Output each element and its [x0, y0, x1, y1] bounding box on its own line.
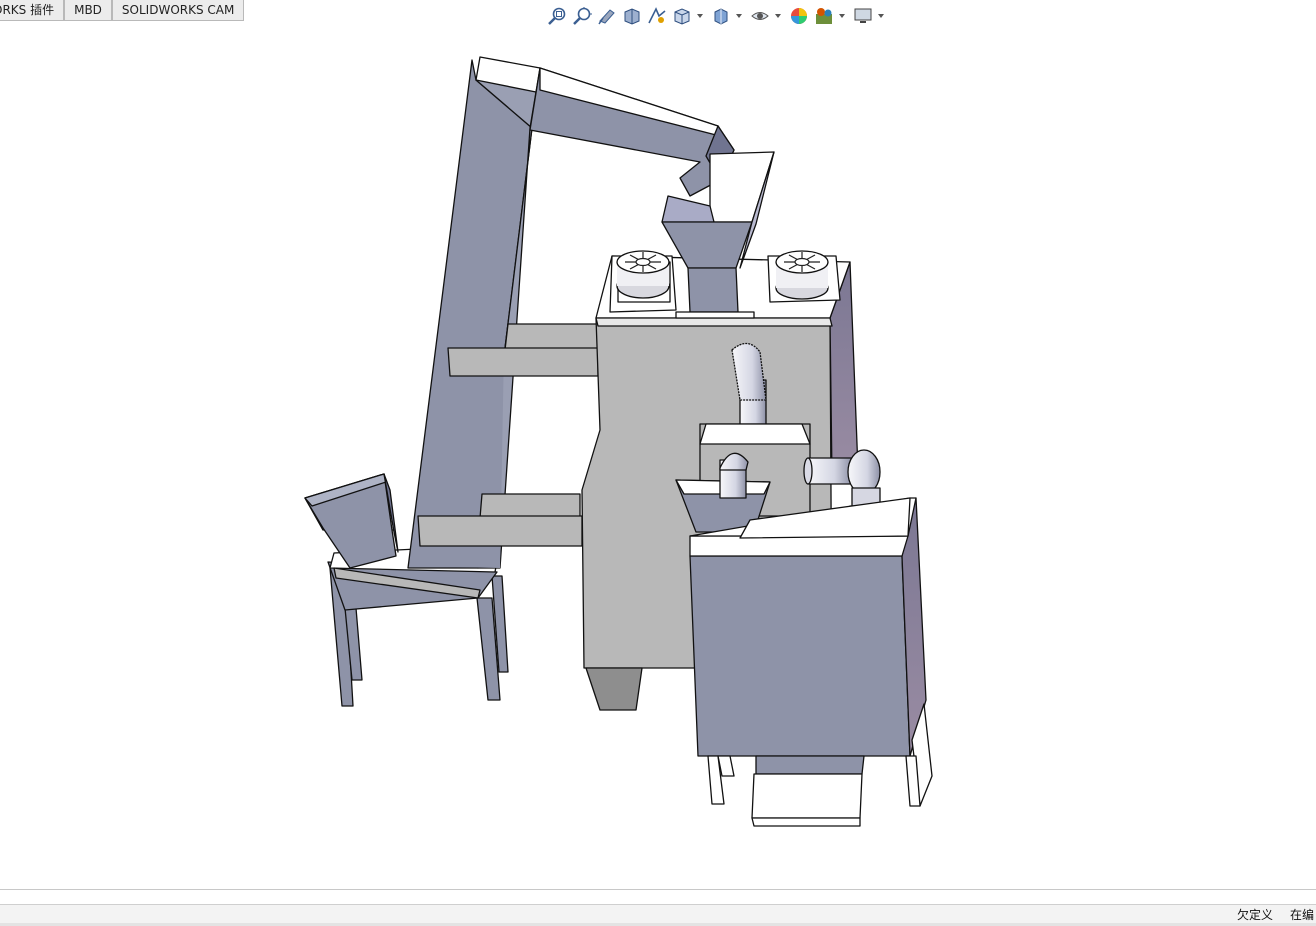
- viewport-bottom-border: [0, 889, 1316, 890]
- cooling-fan-left[interactable]: [609, 250, 677, 313]
- editing-status: 在编: [1290, 908, 1315, 922]
- tab-solidworks-addins[interactable]: ORKS 插件: [0, 0, 65, 21]
- apply-scene-icon[interactable]: [813, 5, 835, 27]
- zoom-to-fit-icon[interactable]: [546, 5, 568, 27]
- view-orientation-icon[interactable]: [671, 5, 693, 27]
- tab-mbd[interactable]: MBD: [64, 0, 112, 21]
- command-manager-tabs: ORKS 插件 MBD SOLIDWORKS CAM: [0, 0, 245, 22]
- fan-grille-right: [784, 252, 820, 272]
- definition-status: 欠定义: [1237, 908, 1274, 922]
- fan-grille-left: [625, 252, 661, 272]
- output-cabinet[interactable]: [689, 497, 927, 757]
- tab-solidworks-cam[interactable]: SOLIDWORKS CAM: [111, 0, 245, 21]
- feed-hopper[interactable]: [304, 473, 399, 569]
- hide-show-dropdown-icon[interactable]: [774, 5, 782, 27]
- edit-appearance-icon[interactable]: [788, 5, 810, 27]
- discharge-tray[interactable]: [751, 755, 865, 827]
- dynamic-annotation-icon[interactable]: [646, 5, 668, 27]
- feed-hopper-stand[interactable]: [327, 544, 509, 707]
- zoom-to-area-icon[interactable]: [571, 5, 593, 27]
- view-settings-icon[interactable]: [852, 5, 874, 27]
- section-view-icon[interactable]: [621, 5, 643, 27]
- display-style-dropdown-icon[interactable]: [735, 5, 743, 27]
- hide-show-items-icon[interactable]: [749, 5, 771, 27]
- display-style-icon[interactable]: [710, 5, 732, 27]
- previous-view-icon[interactable]: [596, 5, 618, 27]
- view-orientation-dropdown-icon[interactable]: [696, 5, 704, 27]
- cooling-fan-right[interactable]: [767, 250, 841, 303]
- view-settings-dropdown-icon[interactable]: [877, 5, 885, 27]
- heads-up-view-toolbar: [546, 4, 891, 28]
- graphics-viewport[interactable]: [0, 26, 1316, 888]
- apply-scene-dropdown-icon[interactable]: [838, 5, 846, 27]
